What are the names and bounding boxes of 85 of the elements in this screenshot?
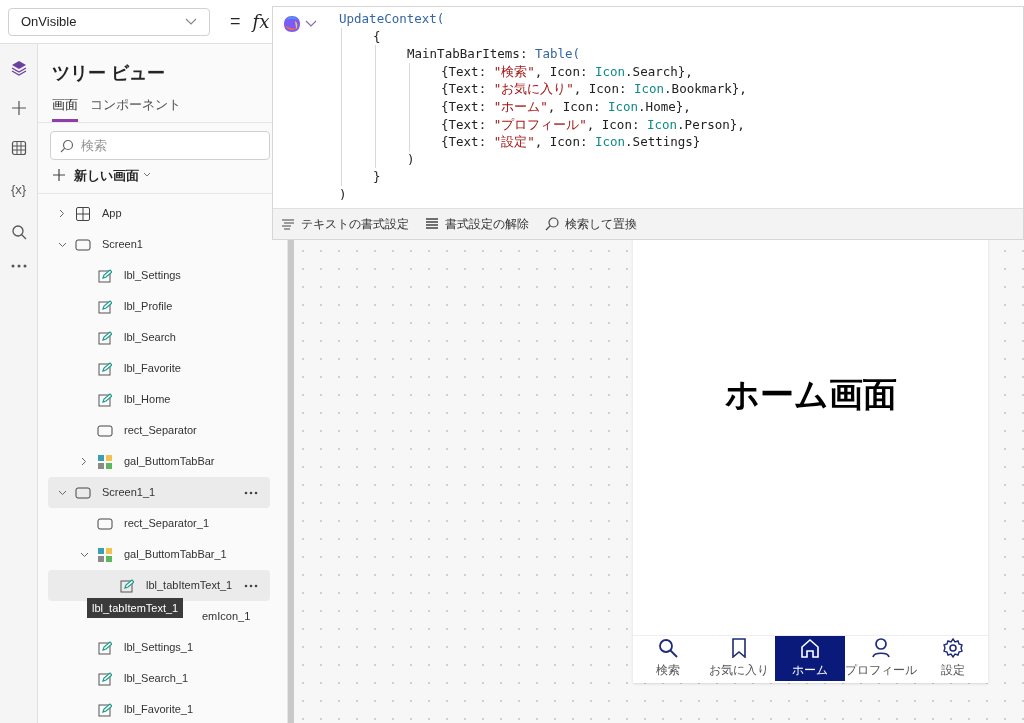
table-icon[interactable] [10, 140, 27, 156]
tree-item[interactable]: rect_Separator [48, 415, 270, 446]
code-line: UpdateContext( [339, 10, 446, 28]
tab[interactable]: 画面 [52, 95, 78, 122]
tab-item[interactable]: ホーム [774, 636, 846, 681]
search-field[interactable]: 検索 [50, 130, 270, 160]
bookmark-icon [732, 638, 747, 658]
edit-label-icon [98, 330, 112, 345]
toolbar-button[interactable]: 書式設定の解除 [425, 215, 529, 233]
gallery-icon [97, 453, 113, 470]
code-line: {Text: "お気に入り", Icon: Icon.Bookmark}, [441, 80, 747, 98]
toolbar-button[interactable]: テキストの書式設定 [281, 215, 409, 233]
edit-label-icon [98, 640, 112, 655]
gallery-icon [97, 546, 113, 563]
chevron-right-icon[interactable] [81, 457, 87, 466]
tree-item[interactable]: lbl_tabItemText_1 [48, 570, 270, 601]
edit-label-icon [98, 671, 112, 686]
code-line: {Text: "ホーム", Icon: Icon.Home}, [441, 97, 692, 116]
tree-item[interactable]: lbl_Search [48, 322, 270, 353]
plus-icon [52, 168, 66, 183]
chevron-down-icon[interactable] [79, 551, 89, 558]
variables-button[interactable]: {x} [10, 180, 27, 200]
tab[interactable]: コンポーネント [90, 95, 181, 122]
screen-icon [75, 485, 91, 500]
tooltip: lbl_tabItemText_1 [87, 598, 184, 618]
search-icon [658, 638, 679, 658]
app-icon [75, 205, 91, 222]
edit-label-icon [98, 299, 112, 314]
screen-icon [75, 237, 91, 252]
tree-item[interactable]: gal_ButtomTabBar [48, 446, 270, 477]
tree-item[interactable]: Screen1 [48, 229, 270, 260]
equals-sign: = [230, 10, 241, 33]
code-line: {Text: "検索", Icon: Icon.Search}, [441, 62, 694, 81]
chevron-down-icon[interactable] [57, 489, 67, 496]
edit-label-icon [98, 361, 112, 376]
gear-icon [942, 638, 963, 658]
fx-label[interactable]: fx [252, 8, 270, 35]
more-icon[interactable] [244, 490, 258, 495]
code-line: ) [339, 185, 348, 204]
code-line: MainTabBarItems: Table( [407, 45, 582, 63]
code-line: { [373, 27, 382, 46]
chevron-down-icon[interactable] [305, 20, 317, 28]
tree-item[interactable]: lbl_Home [48, 384, 270, 415]
home-icon [799, 638, 820, 658]
code-line: } [373, 168, 382, 186]
property-dropdown[interactable]: OnVisible [8, 7, 210, 36]
tree-item[interactable]: emIcon_1 [202, 608, 251, 625]
rectangle-icon [97, 516, 113, 531]
screen-heading: ホーム画面 [724, 374, 897, 415]
search-icon [545, 217, 559, 231]
new-screen-button[interactable]: 新しい画面 [52, 165, 151, 185]
tree-item[interactable]: lbl_Favorite_1 [48, 694, 270, 723]
chevron-down-icon [185, 17, 197, 26]
code-line: {Text: "設定", Icon: Icon.Settings} [441, 133, 702, 151]
tree-item[interactable]: gal_ButtomTabBar_1 [48, 539, 270, 570]
tree-item[interactable]: Screen1_1 [48, 477, 270, 508]
more-icon[interactable] [10, 263, 27, 268]
tree-item[interactable]: rect_Separator_1 [48, 508, 270, 539]
chevron-down-icon [143, 172, 151, 179]
text-lines-icon [281, 218, 295, 230]
edit-label-icon [98, 392, 112, 407]
chevron-down-icon[interactable] [57, 241, 67, 248]
panel-title: ツリー ビュー [52, 62, 165, 85]
edit-label-icon [98, 268, 112, 283]
tree-item[interactable]: lbl_Settings_1 [48, 632, 270, 663]
tree-item[interactable]: lbl_Profile [48, 291, 270, 322]
edit-label-icon [120, 578, 134, 593]
layers-icon[interactable] [10, 60, 27, 76]
code-line: {Text: "プロフィール", Icon: Icon.Person}, [441, 115, 746, 134]
lines-icon [425, 218, 439, 230]
chevron-right-icon[interactable] [59, 209, 65, 218]
search-icon[interactable] [10, 223, 27, 240]
tree-item[interactable]: App [48, 198, 270, 229]
more-icon[interactable] [244, 583, 258, 588]
rectangle-icon [97, 423, 113, 438]
formula-editor[interactable] [272, 6, 1024, 240]
search-icon [60, 138, 74, 153]
tree-item[interactable]: lbl_Favorite [48, 353, 270, 384]
edit-label-icon [98, 702, 112, 717]
code-line: ) [407, 150, 416, 169]
person-icon [872, 638, 891, 658]
tree-item[interactable]: lbl_Settings [48, 260, 270, 291]
toolbar-button[interactable]: 検索して置換 [545, 215, 637, 233]
plus-icon[interactable] [10, 100, 27, 116]
tree-item[interactable]: lbl_Search_1 [48, 663, 270, 694]
